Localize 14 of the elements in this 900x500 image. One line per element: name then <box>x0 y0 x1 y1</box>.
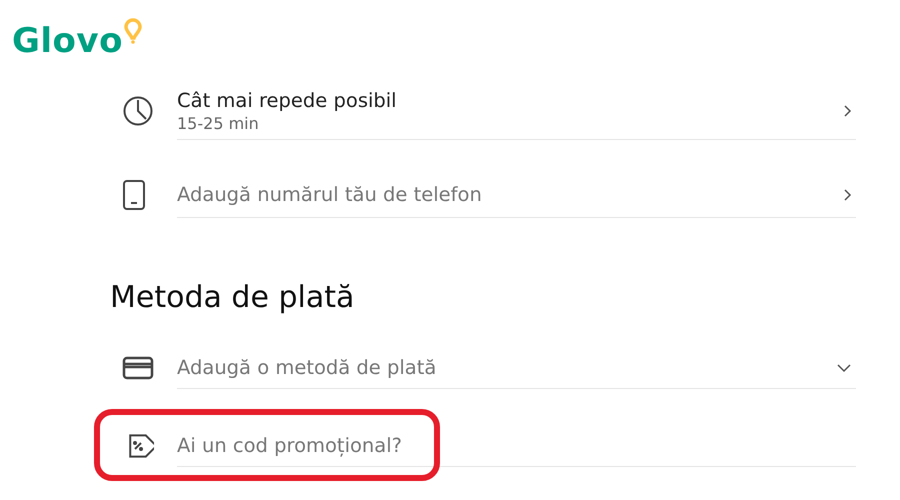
section-heading: Metoda de plată <box>110 280 356 315</box>
chevron-right-icon[interactable] <box>843 104 852 118</box>
option-placeholder[interactable]: Adaugă numărul tău de telefon <box>177 183 843 206</box>
location-pin-icon <box>124 18 142 44</box>
chevron-down-icon[interactable] <box>836 362 852 372</box>
option-title[interactable]: Cât mai repede posibil <box>177 88 843 112</box>
option-subtitle: 15-25 min <box>177 114 260 132</box>
phone-icon <box>122 179 146 211</box>
clock-icon <box>122 95 154 127</box>
logo-text: Glovo <box>12 24 123 58</box>
credit-card-icon <box>122 356 154 380</box>
chevron-right-icon[interactable] <box>843 188 852 202</box>
option-placeholder[interactable]: Ai un cod promoțional? <box>177 434 852 457</box>
option-placeholder[interactable]: Adaugă o metodă de plată <box>177 356 836 379</box>
